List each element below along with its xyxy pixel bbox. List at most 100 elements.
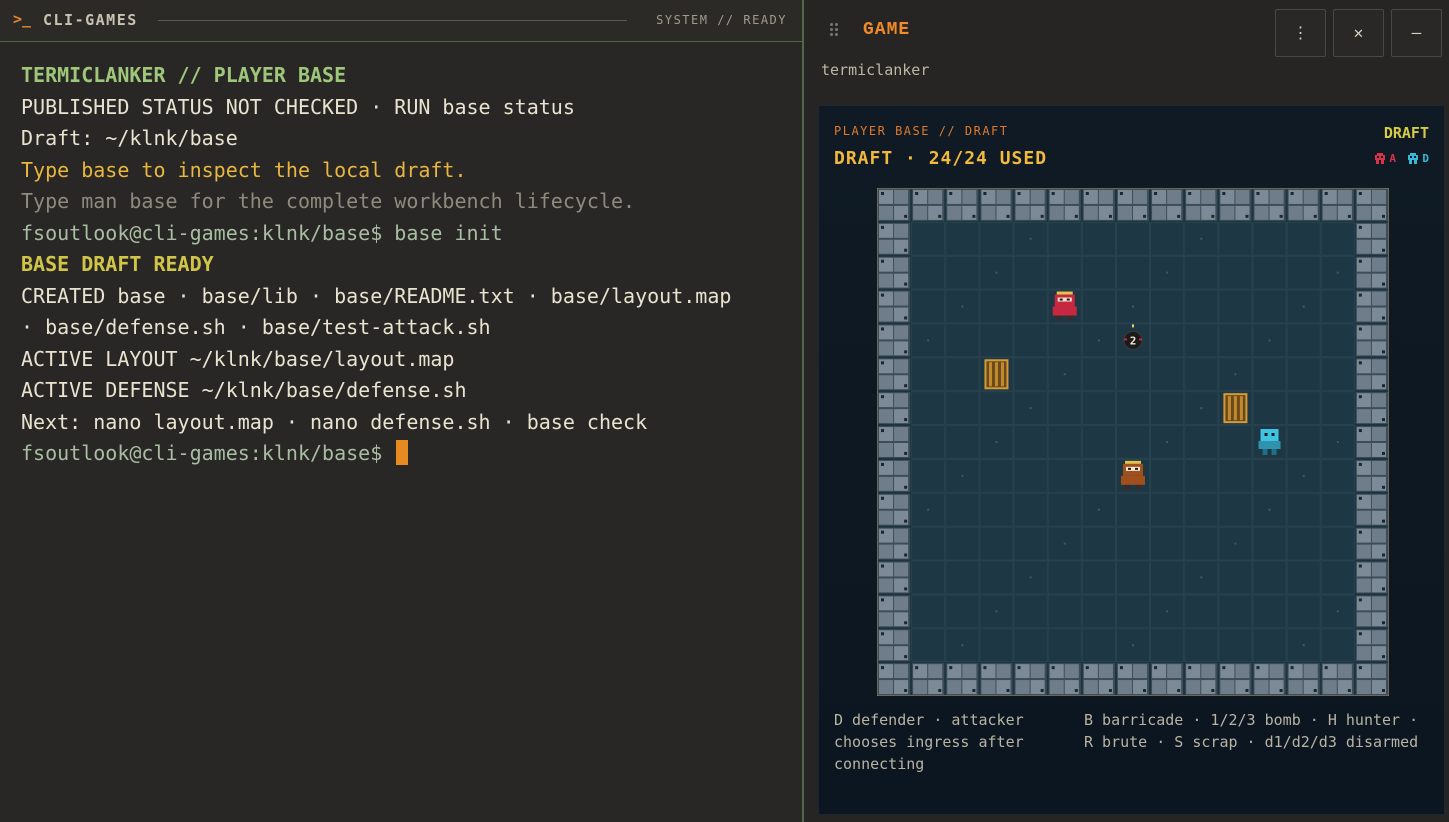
wall-tile[interactable]	[912, 663, 945, 695]
floor-tile[interactable]	[1013, 323, 1048, 358]
floor-tile[interactable]	[1150, 357, 1185, 392]
wall-tile[interactable]	[1355, 222, 1388, 255]
wall-tile[interactable]	[1151, 663, 1184, 695]
floor-tile[interactable]	[1184, 357, 1219, 392]
floor-tile[interactable]	[1115, 526, 1151, 561]
wall-tile[interactable]	[946, 189, 979, 221]
more-options-button[interactable]: ⋮	[1275, 9, 1326, 57]
floor-tile[interactable]	[979, 492, 1014, 527]
wall-tile[interactable]	[878, 358, 911, 391]
floor-tile[interactable]	[1320, 357, 1355, 392]
floor-tile[interactable]	[945, 492, 980, 527]
floor-tile[interactable]	[1286, 391, 1321, 426]
floor-tile[interactable]	[1184, 323, 1219, 358]
floor-tile[interactable]	[911, 255, 946, 290]
floor-tile[interactable]	[1286, 323, 1321, 358]
floor-tile[interactable]	[945, 255, 980, 290]
floor-tile[interactable]	[1081, 594, 1116, 629]
floor-tile[interactable]	[1013, 560, 1048, 595]
piece-barricade[interactable]	[1223, 393, 1248, 424]
floor-tile[interactable]	[1081, 425, 1116, 459]
wall-tile[interactable]	[1355, 426, 1388, 458]
floor-tile[interactable]	[1115, 391, 1151, 426]
floor-tile[interactable]	[1047, 594, 1082, 629]
terminal-window[interactable]: >_ CLI-GAMES SYSTEM // READY TERMICLANKE…	[0, 0, 804, 822]
floor-tile[interactable]	[911, 357, 946, 392]
floor-tile[interactable]	[911, 594, 946, 629]
floor-tile[interactable]	[1115, 560, 1151, 595]
floor-tile[interactable]	[1115, 425, 1151, 459]
floor-tile[interactable]	[979, 289, 1014, 324]
floor-tile[interactable]	[1320, 594, 1355, 629]
floor-tile[interactable]	[1047, 458, 1082, 493]
floor-tile[interactable]	[1081, 526, 1116, 561]
floor-tile[interactable]	[1184, 221, 1219, 256]
floor-tile[interactable]	[1320, 628, 1355, 663]
floor-tile[interactable]	[911, 492, 946, 527]
floor-tile[interactable]	[1218, 628, 1253, 663]
floor-tile[interactable]	[1252, 289, 1287, 324]
floor-tile[interactable]	[1218, 289, 1253, 324]
floor-tile[interactable]	[1320, 221, 1355, 256]
floor-tile[interactable]	[1150, 425, 1185, 459]
floor-tile[interactable]	[1320, 526, 1355, 561]
floor-tile[interactable]	[1218, 560, 1253, 595]
wall-tile[interactable]	[1185, 189, 1218, 221]
floor-tile[interactable]	[1320, 458, 1355, 493]
floor-tile[interactable]	[911, 628, 946, 663]
floor-tile[interactable]	[1081, 628, 1116, 663]
floor-tile[interactable]	[911, 560, 946, 595]
floor-tile[interactable]	[1081, 458, 1116, 493]
floor-tile[interactable]	[1252, 628, 1287, 663]
floor-tile[interactable]	[1081, 492, 1116, 527]
floor-tile[interactable]	[1320, 391, 1355, 426]
wall-tile[interactable]	[1116, 663, 1150, 695]
floor-tile[interactable]	[1252, 255, 1287, 290]
wall-tile[interactable]	[980, 663, 1013, 695]
close-button[interactable]: ✕	[1333, 9, 1384, 57]
wall-tile[interactable]	[878, 256, 911, 289]
minimize-button[interactable]: —	[1391, 9, 1442, 57]
floor-tile[interactable]	[1252, 221, 1287, 256]
floor-tile[interactable]	[1184, 560, 1219, 595]
floor-tile[interactable]	[1047, 391, 1082, 426]
floor-tile[interactable]	[1047, 560, 1082, 595]
floor-tile[interactable]	[945, 357, 980, 392]
floor-tile[interactable]	[1013, 221, 1048, 256]
wall-tile[interactable]	[1253, 189, 1286, 221]
floor-tile[interactable]	[1013, 255, 1048, 290]
floor-tile[interactable]	[1252, 458, 1287, 493]
floor-tile[interactable]	[1047, 323, 1082, 358]
wall-tile[interactable]	[1219, 189, 1252, 221]
wall-tile[interactable]	[1355, 324, 1388, 357]
floor-tile[interactable]	[979, 391, 1014, 426]
floor-tile[interactable]	[1150, 560, 1185, 595]
floor-tile[interactable]	[911, 323, 946, 358]
floor-tile[interactable]	[1286, 594, 1321, 629]
floor-tile[interactable]	[1150, 289, 1185, 324]
floor-tile[interactable]	[979, 323, 1014, 358]
floor-tile[interactable]	[945, 628, 980, 663]
floor-tile[interactable]	[1150, 255, 1185, 290]
wall-tile[interactable]	[1355, 189, 1388, 221]
floor-tile[interactable]	[1115, 289, 1151, 324]
floor-tile[interactable]	[1252, 492, 1287, 527]
floor-tile[interactable]	[1115, 492, 1151, 527]
wall-tile[interactable]	[878, 493, 911, 526]
floor-tile[interactable]	[1184, 289, 1219, 324]
floor-tile[interactable]	[1218, 492, 1253, 527]
floor-tile[interactable]	[1150, 458, 1185, 493]
floor-tile[interactable]	[979, 628, 1014, 663]
floor-tile[interactable]	[1081, 357, 1116, 392]
floor-tile[interactable]	[911, 526, 946, 561]
wall-tile[interactable]	[878, 222, 911, 255]
floor-tile[interactable]	[1320, 289, 1355, 324]
floor-tile[interactable]	[945, 323, 980, 358]
wall-tile[interactable]	[878, 527, 911, 560]
floor-tile[interactable]	[1218, 594, 1253, 629]
wall-tile[interactable]	[878, 595, 911, 628]
floor-tile[interactable]	[1252, 357, 1287, 392]
floor-tile[interactable]	[911, 391, 946, 426]
floor-tile[interactable]	[1320, 323, 1355, 358]
wall-tile[interactable]	[1355, 459, 1388, 492]
